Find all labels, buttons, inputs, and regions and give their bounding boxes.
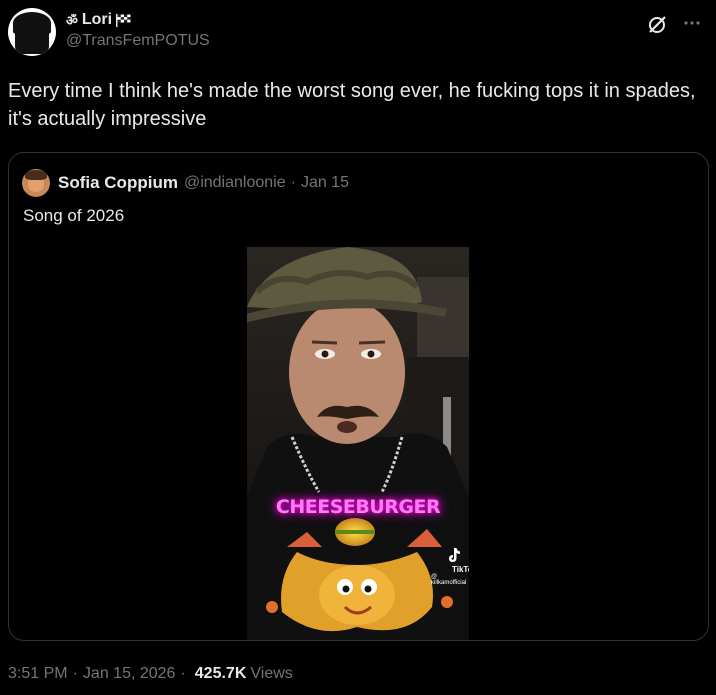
author-handle[interactable]: @TransFemPOTUS <box>66 32 210 50</box>
views-count[interactable]: 425.7K <box>195 665 247 683</box>
avatar-figure <box>15 14 49 54</box>
tiktok-watermark-user: @ killkamofficial <box>431 574 467 586</box>
tweet-date[interactable]: Jan 15, 2026 <box>83 665 176 683</box>
grok-icon[interactable] <box>646 14 668 36</box>
separator-dot: · <box>72 665 78 682</box>
quoted-tweet[interactable]: Sofia Coppium @indianloonie · Jan 15 Son… <box>8 152 709 641</box>
author-avatar[interactable] <box>8 8 56 56</box>
tweet-text: Every time I think he's made the worst s… <box>8 80 696 130</box>
quoted-author-handle[interactable]: @indianloonie <box>184 174 286 192</box>
tiktok-icon <box>447 547 461 563</box>
quoted-author-name[interactable]: Sofia Coppium <box>58 173 178 193</box>
author-display-name[interactable]: ॐ Lori <box>66 11 210 29</box>
name-prefix-symbol: ॐ <box>66 13 78 28</box>
checkered-flag-icon <box>116 13 131 27</box>
quoted-tweet-text: Song of 2026 <box>23 206 125 225</box>
quoted-author-avatar[interactable] <box>22 169 50 197</box>
tweet-meta: 3:51 PM · Jan 15, 2026 · 425.7K Views <box>8 665 293 683</box>
quoted-tweet-header: Sofia Coppium @indianloonie · Jan 15 <box>22 169 349 197</box>
video-caption: CHEESEBURGER <box>275 496 441 518</box>
separator-dot: · <box>290 174 296 191</box>
author-names: ॐ Lori @TransFemPOTUS <box>66 11 210 50</box>
avatar-hair <box>25 170 47 180</box>
tweet-header: ॐ Lori @TransFemPOTUS <box>8 8 706 58</box>
quoted-tweet-date[interactable]: Jan 15 <box>301 174 349 192</box>
tiktok-watermark: TikTok <box>452 565 469 574</box>
more-icon[interactable] <box>680 12 704 34</box>
quoted-video-thumbnail[interactable]: CHEESEBURGER TikTok @ killkamofficial <box>247 247 469 640</box>
views-label: Views <box>250 665 293 682</box>
separator-dot: · <box>180 665 186 682</box>
author-name-text: Lori <box>81 11 113 28</box>
tweet-time[interactable]: 3:51 PM <box>8 665 68 683</box>
